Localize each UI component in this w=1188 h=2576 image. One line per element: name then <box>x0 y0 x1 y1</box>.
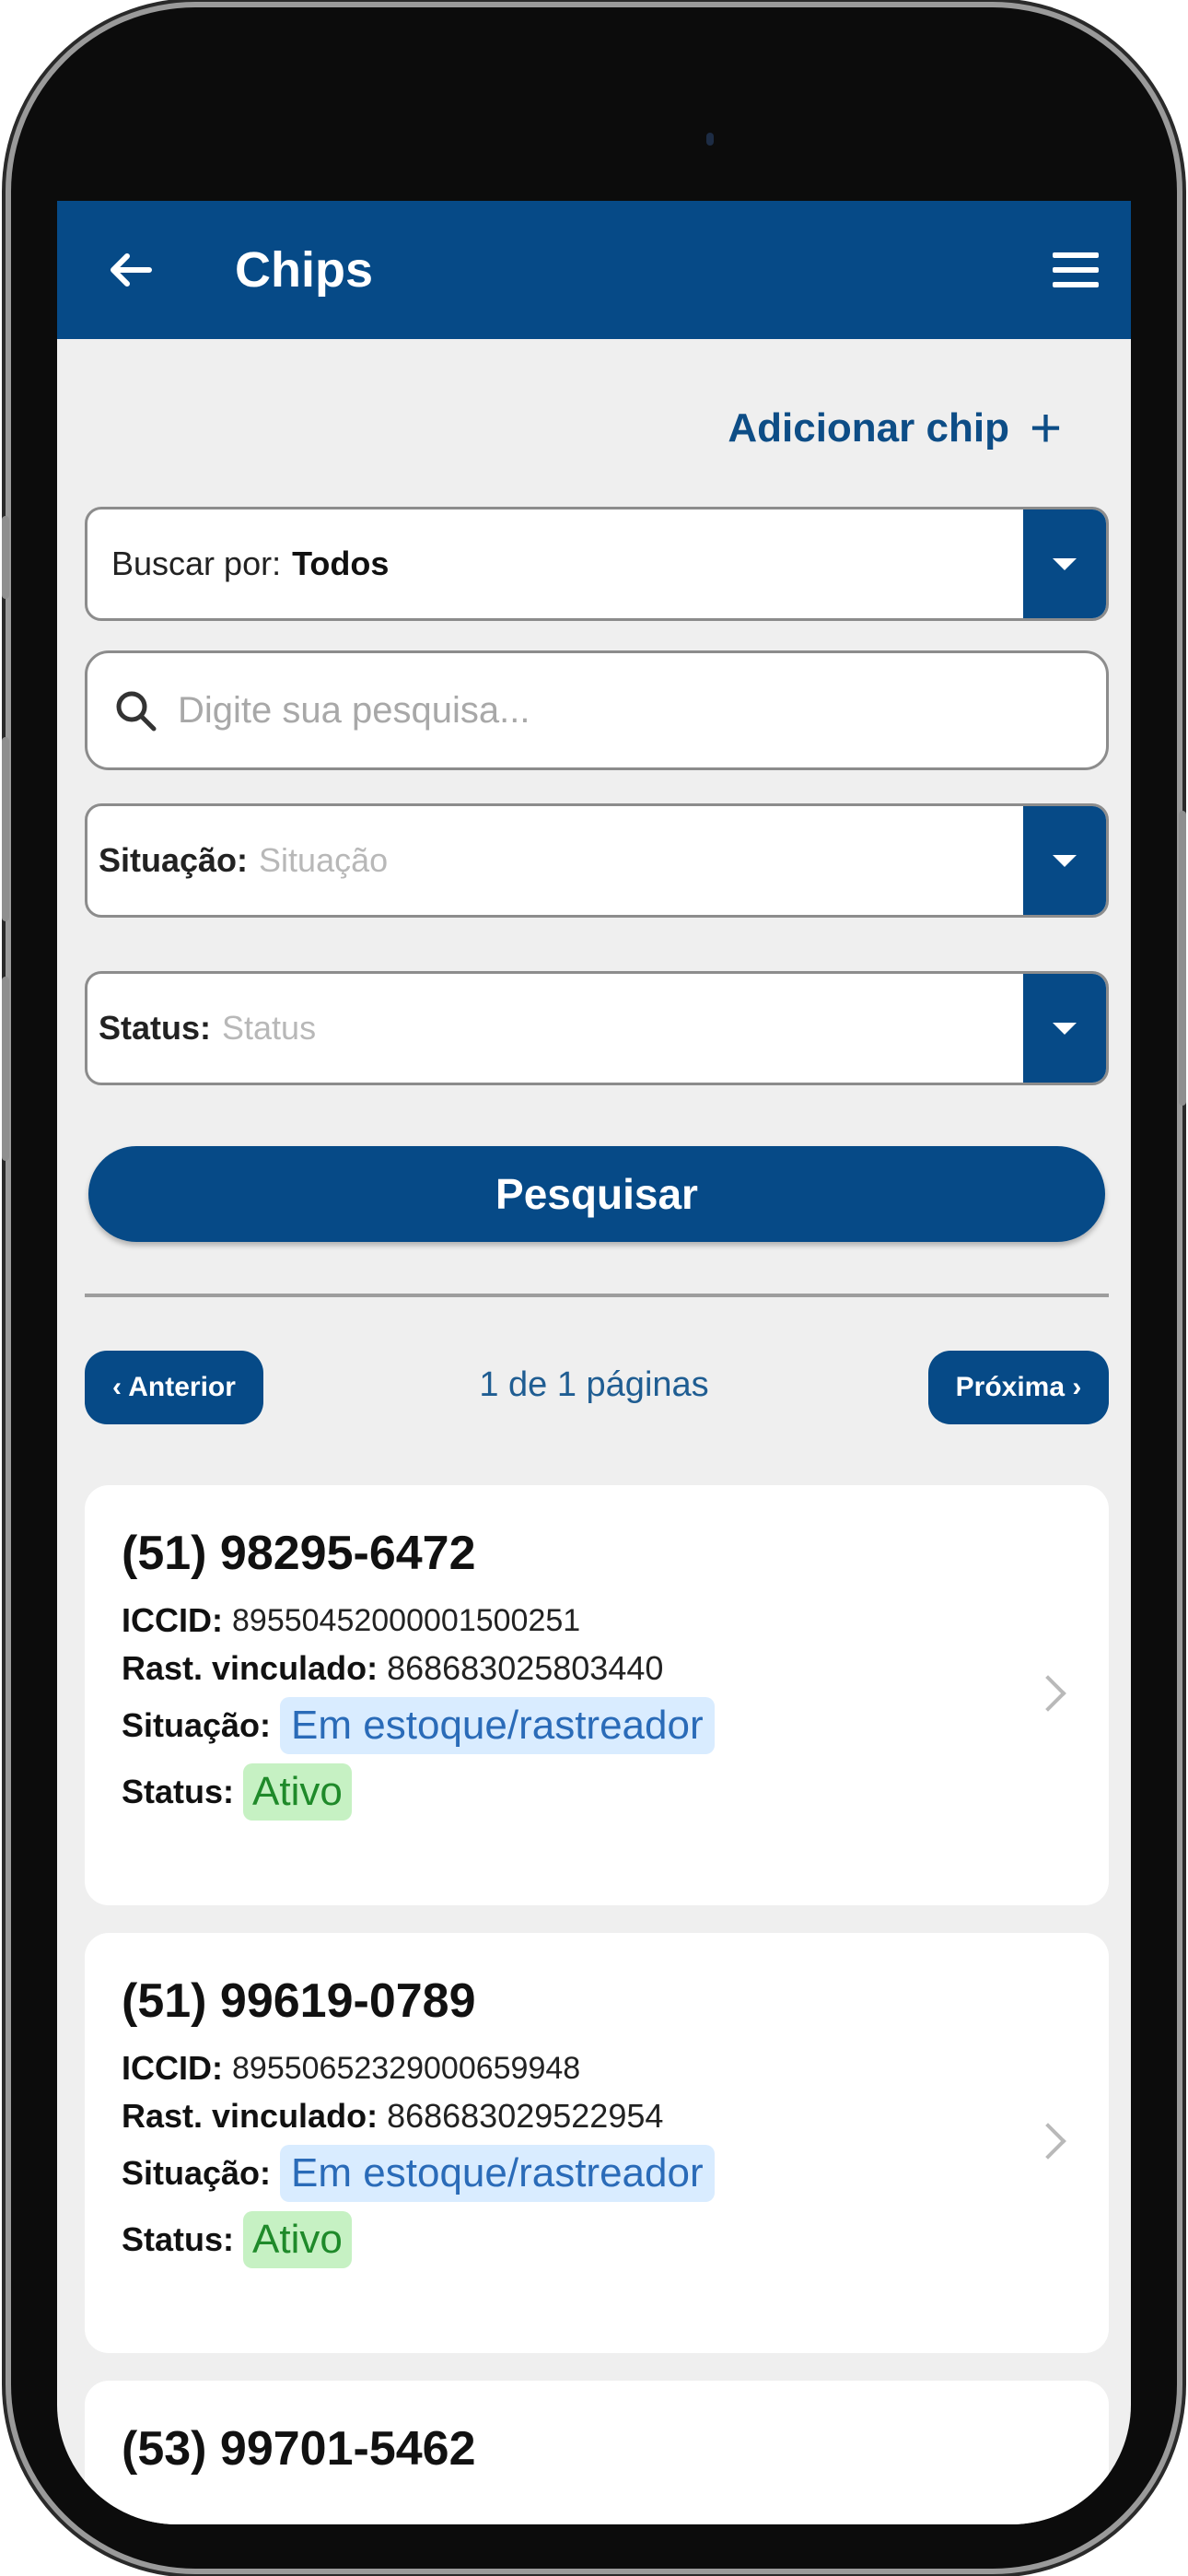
menu-button[interactable] <box>1050 245 1101 295</box>
situacao-badge: Em estoque/rastreador <box>280 2145 715 2202</box>
search-by-select[interactable]: Buscar por: Todos <box>85 507 1109 621</box>
side-button-mute <box>2 516 9 599</box>
search-icon <box>116 691 157 732</box>
iccid-value: 89550652329000659948 <box>232 2050 581 2086</box>
status-row: Status: Ativo <box>122 2211 1072 2268</box>
situacao-select[interactable]: Situação: Situação <box>85 803 1109 918</box>
situacao-row: Situação: Em estoque/rastreador <box>122 1697 1072 1754</box>
status-row: Status: Ativo <box>122 1763 1072 1821</box>
status-label: Status: <box>122 2220 235 2258</box>
rast-value: 868683029522954 <box>387 2097 664 2135</box>
hamburger-menu-icon <box>1053 252 1099 287</box>
chip-phone: (51) 98295-6472 <box>122 1527 476 1580</box>
situacao-label: Situação: <box>122 1706 272 1744</box>
rast-label: Rast. vinculado: <box>122 2097 379 2135</box>
search-button[interactable]: Pesquisar <box>88 1146 1105 1242</box>
status-badge: Ativo <box>243 1763 352 1821</box>
chip-card[interactable]: (51) 98295-6472 ICCID: 89550452000001500… <box>85 1485 1109 1905</box>
app-screen: Chips Adicionar chip + Buscar por: Todos… <box>57 201 1131 2524</box>
status-badge: Ativo <box>243 2211 352 2268</box>
rast-value: 868683025803440 <box>387 1649 664 1687</box>
iccid-label: ICCID: <box>122 1601 223 1639</box>
caret-down-icon <box>1053 854 1077 867</box>
caret-down-icon <box>1053 557 1077 570</box>
status-label: Status: <box>99 1009 212 1047</box>
iccid-label: ICCID: <box>122 2049 223 2087</box>
divider <box>85 1294 1109 1297</box>
camera <box>706 133 714 146</box>
chip-phone: (53) 99701-5462 <box>122 2422 476 2476</box>
iccid-row: ICCID: 89550452000001500251 <box>122 1601 1072 1640</box>
next-page-button[interactable]: Próxima › <box>928 1351 1109 1424</box>
plus-icon: + <box>1029 397 1062 459</box>
caret-down-icon <box>1053 1022 1077 1035</box>
search-by-label: Buscar por: <box>111 544 282 582</box>
situacao-placeholder: Situação <box>259 841 389 879</box>
rast-row: Rast. vinculado: 868683029522954 <box>122 2097 1072 2136</box>
search-by-dropdown-button[interactable] <box>1023 509 1106 618</box>
rast-row: Rast. vinculado: 868683025803440 <box>122 1649 1072 1688</box>
situacao-label: Situação: <box>122 2154 272 2192</box>
back-button[interactable] <box>103 242 158 298</box>
situacao-dropdown-button[interactable] <box>1023 806 1106 915</box>
situacao-badge: Em estoque/rastreador <box>280 1697 715 1754</box>
side-button-volume-up <box>2 737 9 921</box>
search-field[interactable] <box>85 650 1109 770</box>
add-chip-label: Adicionar chip <box>728 405 1009 451</box>
status-label: Status: <box>122 1773 235 1810</box>
iccid-value: 89550452000001500251 <box>232 1602 581 1638</box>
side-button-power <box>1179 811 1186 1106</box>
chip-card[interactable]: (53) 99701-5462 <box>85 2381 1109 2524</box>
search-input[interactable] <box>176 688 1008 732</box>
side-button-volume-down <box>2 977 9 1161</box>
add-chip-button[interactable]: Adicionar chip + <box>728 397 1062 459</box>
status-dropdown-button[interactable] <box>1023 974 1106 1083</box>
app-bar: Chips <box>57 201 1131 339</box>
situacao-row: Situação: Em estoque/rastreador <box>122 2145 1072 2202</box>
chip-phone: (51) 99619-0789 <box>122 1974 476 2028</box>
arrow-left-icon <box>111 253 152 287</box>
status-select[interactable]: Status: Status <box>85 971 1109 1085</box>
chip-card[interactable]: (51) 99619-0789 ICCID: 89550652329000659… <box>85 1933 1109 2353</box>
rast-label: Rast. vinculado: <box>122 1649 379 1687</box>
search-by-value: Todos <box>292 544 390 582</box>
status-placeholder: Status <box>222 1009 317 1047</box>
iccid-row: ICCID: 89550652329000659948 <box>122 2049 1072 2088</box>
page-title: Chips <box>235 242 374 298</box>
situacao-label: Situação: <box>99 841 249 879</box>
